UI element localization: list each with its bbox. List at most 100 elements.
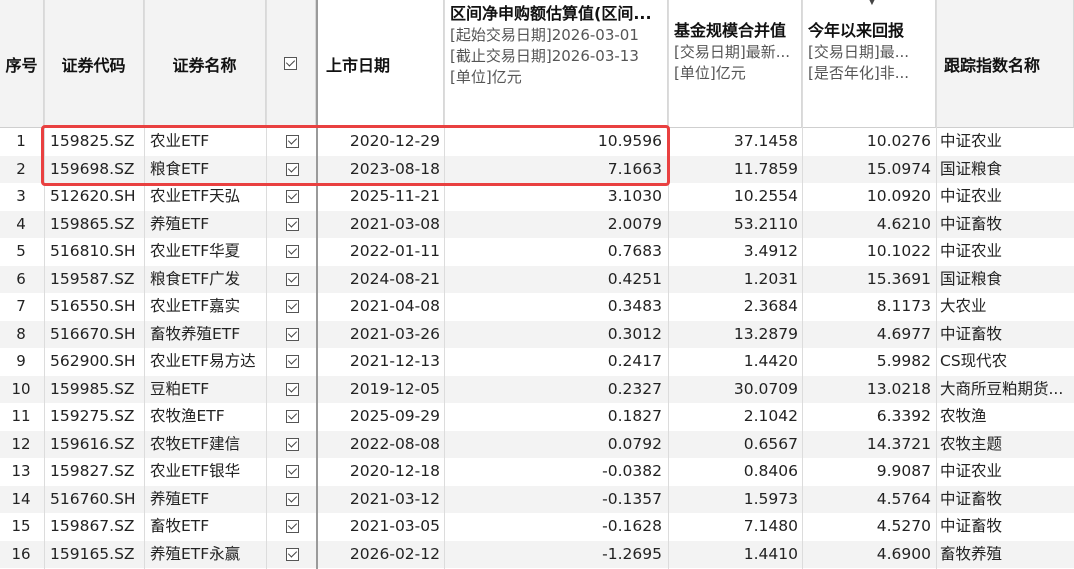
net-subscription-cell[interactable]: 0.2417 xyxy=(444,348,666,376)
tracking-index-cell[interactable]: 中证畜牧 xyxy=(938,513,1074,541)
tracking-index-cell[interactable]: 大农业 xyxy=(938,293,1074,321)
security-name-cell[interactable]: 畜牧养殖ETF xyxy=(150,321,266,349)
row-select-cell[interactable] xyxy=(268,513,316,541)
table-row[interactable]: 11 159275.SZ 农牧渔ETF 2025-09-29 0.1827 2.1042 6… xyxy=(0,403,1074,431)
fund-size-cell[interactable]: 53.2110 xyxy=(668,211,802,239)
tracking-index-cell[interactable]: 中证农业 xyxy=(938,183,1074,211)
row-checkbox-icon[interactable] xyxy=(285,492,299,506)
row-checkbox-icon[interactable] xyxy=(285,547,299,561)
row-checkbox-icon[interactable] xyxy=(285,245,299,259)
row-index-cell[interactable]: 13 xyxy=(0,458,42,486)
row-checkbox-icon[interactable] xyxy=(285,190,299,204)
ytd-return-cell[interactable]: 15.0974 xyxy=(802,156,934,184)
net-subscription-cell[interactable]: 0.4251 xyxy=(444,266,666,294)
fund-size-cell[interactable]: 1.4410 xyxy=(668,541,802,569)
row-select-cell[interactable] xyxy=(268,403,316,431)
row-index-cell[interactable]: 16 xyxy=(0,541,42,569)
column-header-fund-size[interactable]: 基金规模合并值 [交易日期]最新... [单位]亿元 xyxy=(668,0,802,128)
row-select-cell[interactable] xyxy=(268,156,316,184)
fund-size-cell[interactable]: 30.0709 xyxy=(668,376,802,404)
security-name-cell[interactable]: 粮食ETF xyxy=(150,156,266,184)
column-header-index[interactable]: 序号 xyxy=(0,0,44,128)
row-index-cell[interactable]: 2 xyxy=(0,156,42,184)
listing-date-cell[interactable]: 2025-11-21 xyxy=(318,183,442,211)
tracking-index-cell[interactable]: 国证粮食 xyxy=(938,156,1074,184)
row-checkbox-icon[interactable] xyxy=(285,135,299,149)
row-select-cell[interactable] xyxy=(268,431,316,459)
listing-date-cell[interactable]: 2026-02-12 xyxy=(318,541,442,569)
listing-date-cell[interactable]: 2024-08-21 xyxy=(318,266,442,294)
table-row[interactable]: 2 159698.SZ 粮食ETF 2023-08-18 7.1663 11.7859 15… xyxy=(0,155,1074,184)
security-name-cell[interactable]: 农业ETF华夏 xyxy=(150,238,266,266)
row-select-cell[interactable] xyxy=(268,348,316,376)
column-header-code[interactable]: 证券代码 xyxy=(44,0,144,128)
tracking-index-cell[interactable]: CS现代农 xyxy=(938,348,1074,376)
row-select-cell[interactable] xyxy=(268,293,316,321)
row-checkbox-icon[interactable] xyxy=(285,162,299,176)
row-checkbox-icon[interactable] xyxy=(285,217,299,231)
tracking-index-cell[interactable]: 农牧主题 xyxy=(938,431,1074,459)
table-row[interactable]: 10 159985.SZ 豆粕ETF 2019-12-05 0.2327 30.0709 1… xyxy=(0,375,1074,404)
row-index-cell[interactable]: 14 xyxy=(0,486,42,514)
table-row[interactable]: 4 159865.SZ 养殖ETF 2021-03-08 2.0079 53.2110 4.… xyxy=(0,210,1074,239)
net-subscription-cell[interactable]: 10.9596 xyxy=(444,128,666,156)
net-subscription-cell[interactable]: 0.1827 xyxy=(444,403,666,431)
ytd-return-cell[interactable]: 13.0218 xyxy=(802,376,934,404)
fund-size-cell[interactable]: 1.5973 xyxy=(668,486,802,514)
frozen-column-divider[interactable] xyxy=(316,0,318,569)
security-code-cell[interactable]: 159867.SZ xyxy=(48,513,144,541)
row-index-cell[interactable]: 6 xyxy=(0,266,42,294)
fund-size-cell[interactable]: 0.8406 xyxy=(668,458,802,486)
row-checkbox-icon[interactable] xyxy=(285,382,299,396)
column-header-listing-date[interactable]: 上市日期 xyxy=(316,0,444,128)
fund-size-cell[interactable]: 2.3684 xyxy=(668,293,802,321)
row-select-cell[interactable] xyxy=(268,376,316,404)
net-subscription-cell[interactable]: -1.2695 xyxy=(444,541,666,569)
table-row[interactable]: 6 159587.SZ 粮食ETF广发 2024-08-21 0.4251 1.2031 1… xyxy=(0,265,1074,294)
security-code-cell[interactable]: 159865.SZ xyxy=(48,211,144,239)
row-index-cell[interactable]: 4 xyxy=(0,211,42,239)
table-row[interactable]: 15 159867.SZ 畜牧ETF 2021-03-05 -0.1628 7.1480 4… xyxy=(0,513,1074,541)
security-name-cell[interactable]: 农业ETF易方达 xyxy=(150,348,266,376)
security-code-cell[interactable]: 562900.SH xyxy=(48,348,144,376)
net-subscription-cell[interactable]: 0.7683 xyxy=(444,238,666,266)
tracking-index-cell[interactable]: 中证畜牧 xyxy=(938,321,1074,349)
fund-size-cell[interactable]: 3.4912 xyxy=(668,238,802,266)
row-index-cell[interactable]: 7 xyxy=(0,293,42,321)
security-name-cell[interactable]: 农业ETF天弘 xyxy=(150,183,266,211)
fund-size-cell[interactable]: 0.6567 xyxy=(668,431,802,459)
table-row[interactable]: 1 159825.SZ 农业ETF 2020-12-29 10.9596 37.1458 1… xyxy=(0,128,1074,156)
security-code-cell[interactable]: 516810.SH xyxy=(48,238,144,266)
ytd-return-cell[interactable]: 4.6977 xyxy=(802,321,934,349)
security-name-cell[interactable]: 养殖ETF xyxy=(150,211,266,239)
net-subscription-cell[interactable]: -0.1357 xyxy=(444,486,666,514)
listing-date-cell[interactable]: 2022-01-11 xyxy=(318,238,442,266)
table-row[interactable]: 16 159165.SZ 养殖ETF永赢 2026-02-12 -1.2695 1.441… xyxy=(0,540,1074,569)
net-subscription-cell[interactable]: -0.0382 xyxy=(444,458,666,486)
row-index-cell[interactable]: 15 xyxy=(0,513,42,541)
security-name-cell[interactable]: 畜牧ETF xyxy=(150,513,266,541)
tracking-index-cell[interactable]: 中证农业 xyxy=(938,128,1074,156)
column-header-net-subscription[interactable]: 区间净申购额估算值(区间... [起始交易日期]2026-03-01 [截止交易… xyxy=(444,0,668,128)
ytd-return-cell[interactable]: 4.5270 xyxy=(802,513,934,541)
ytd-return-cell[interactable]: 9.9087 xyxy=(802,458,934,486)
column-header-tracking-index[interactable]: 跟踪指数名称 xyxy=(936,0,1074,128)
ytd-return-cell[interactable]: 10.1022 xyxy=(802,238,934,266)
row-select-cell[interactable] xyxy=(268,128,316,156)
row-index-cell[interactable]: 3 xyxy=(0,183,42,211)
tracking-index-cell[interactable]: 中证畜牧 xyxy=(938,211,1074,239)
listing-date-cell[interactable]: 2020-12-18 xyxy=(318,458,442,486)
tracking-index-cell[interactable]: 中证农业 xyxy=(938,238,1074,266)
listing-date-cell[interactable]: 2021-04-08 xyxy=(318,293,442,321)
security-code-cell[interactable]: 512620.SH xyxy=(48,183,144,211)
security-name-cell[interactable]: 农业ETF银华 xyxy=(150,458,266,486)
net-subscription-cell[interactable]: -0.1628 xyxy=(444,513,666,541)
fund-size-cell[interactable]: 1.4420 xyxy=(668,348,802,376)
ytd-return-cell[interactable]: 15.3691 xyxy=(802,266,934,294)
ytd-return-cell[interactable]: 6.3392 xyxy=(802,403,934,431)
tracking-index-cell[interactable]: 国证粮食 xyxy=(938,266,1074,294)
listing-date-cell[interactable]: 2021-03-05 xyxy=(318,513,442,541)
row-select-cell[interactable] xyxy=(268,238,316,266)
tracking-index-cell[interactable]: 中证畜牧 xyxy=(938,486,1074,514)
row-index-cell[interactable]: 10 xyxy=(0,376,42,404)
